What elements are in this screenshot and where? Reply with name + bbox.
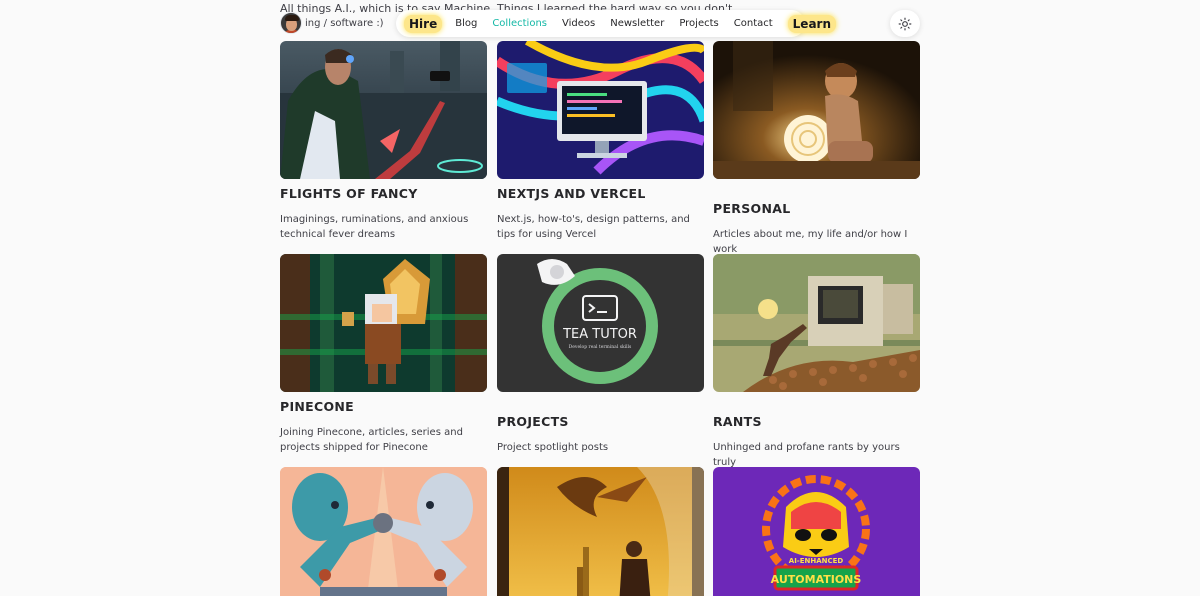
sun-icon [898,17,912,30]
collection-title[interactable]: PINECONE [280,400,487,414]
collection-card-row3-1[interactable] [280,467,487,596]
collection-image-ai-enhanced-automations[interactable]: AI-ENHANCED AUTOMATIONS [713,467,920,596]
collection-image-robots-arm-wrestling[interactable] [280,467,487,596]
collection-card-nextjs-and-vercel[interactable]: NEXTJS AND VERCEL Next.js, how-to's, des… [497,41,704,242]
collection-title[interactable]: PROJECTS [497,415,704,429]
collection-title[interactable]: NEXTJS AND VERCEL [497,187,704,201]
collection-card-projects[interactable]: TEA TUTOR Develop real terminal skills P… [497,254,704,455]
avatar-caption: ing / software :) [305,17,384,29]
collection-card-personal[interactable]: PERSONAL Articles about me, my life and/… [713,41,920,257]
nav-videos[interactable]: Videos [562,18,595,29]
automations-logo-top-text: AI-ENHANCED [789,557,844,565]
avatar-link[interactable]: ing / software :) [280,10,384,36]
collection-image-nextjs-and-vercel[interactable] [497,41,704,179]
automations-logo-text: AUTOMATIONS [771,573,862,586]
collection-description: Project spotlight posts [497,442,609,453]
collection-description: Joining Pinecone, articles, series and p… [280,427,463,453]
nav-learn[interactable]: Learn [787,14,836,33]
collection-title[interactable]: FLIGHTS OF FANCY [280,187,487,201]
collection-image-personal[interactable] [713,41,920,179]
theme-toggle-button[interactable] [890,10,920,37]
collection-description: Next.js, how-to's, design patterns, and … [497,214,690,240]
nav-projects[interactable]: Projects [679,18,718,29]
tea-tutor-logo-subtext: Develop real terminal skills [569,344,632,350]
collection-card-pinecone[interactable]: PINECONE Joining Pinecone, articles, ser… [280,254,487,455]
main-nav: Hire Blog Collections Videos Newsletter … [396,10,836,37]
collection-card-row3-3[interactable]: AI-ENHANCED AUTOMATIONS [713,467,920,596]
nav-hire[interactable]: Hire [404,14,443,33]
collection-image-bird-window[interactable] [497,467,704,596]
collection-description: Imaginings, ruminations, and anxious tec… [280,214,469,240]
nav-blog[interactable]: Blog [455,18,477,29]
collection-image-flights-of-fancy[interactable] [280,41,487,179]
collection-image-rants[interactable] [713,254,920,392]
collection-card-rants[interactable]: RANTS Unhinged and profane rants by your… [713,254,920,470]
nav-collections[interactable]: Collections [492,18,547,29]
collection-card-row3-2[interactable] [497,467,704,596]
collection-title[interactable]: PERSONAL [713,202,920,216]
avatar[interactable] [280,12,302,34]
nav-contact[interactable]: Contact [734,18,773,29]
nav-newsletter[interactable]: Newsletter [610,18,664,29]
collection-image-projects[interactable]: TEA TUTOR Develop real terminal skills [497,254,704,392]
collection-description: Articles about me, my life and/or how I … [713,229,908,255]
collection-image-pinecone[interactable] [280,254,487,392]
tea-tutor-logo-text: TEA TUTOR [562,327,637,342]
collection-title[interactable]: RANTS [713,415,920,429]
collection-description: Unhinged and profane rants by yours trul… [713,442,900,468]
collection-card-flights-of-fancy[interactable]: FLIGHTS OF FANCY Imaginings, ruminations… [280,41,487,242]
